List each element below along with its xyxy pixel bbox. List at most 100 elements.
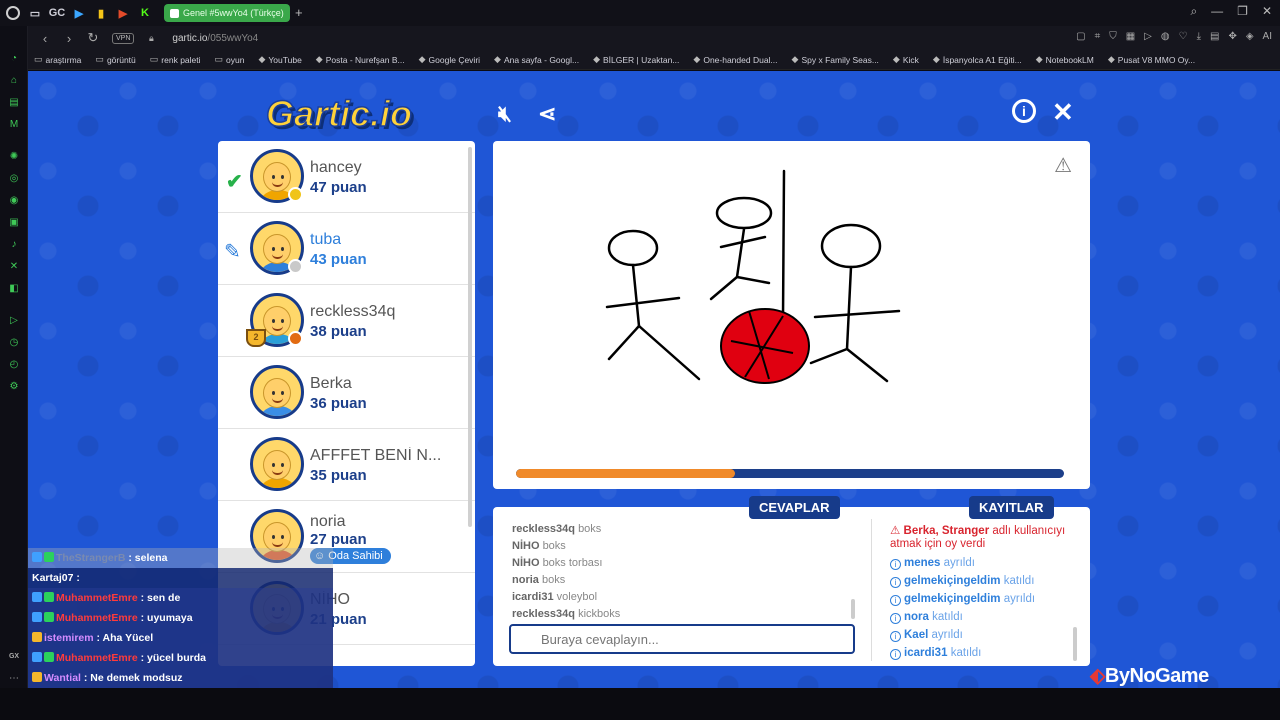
pinboard-icon[interactable]: ▤ [7, 96, 21, 110]
tab-logs[interactable]: KAYITLAR [969, 496, 1054, 519]
profile-icon[interactable]: ◈ [1246, 31, 1254, 42]
whatsapp-icon[interactable]: ◎ [7, 172, 21, 186]
bookmark-item[interactable]: ◆ BİLGER | Uzaktan... [593, 54, 679, 65]
info-icon: i [890, 559, 901, 570]
back-icon[interactable]: ‹ [38, 31, 52, 46]
bookmark-label: NotebookLM [1045, 54, 1094, 65]
vpn-badge[interactable]: VPN [112, 32, 135, 44]
players-scrollbar[interactable] [468, 147, 472, 527]
player-row[interactable]: AFFFET BENİ N... 35 puan [218, 429, 475, 501]
bookmark-item[interactable]: ◆ Spy x Family Seas... [792, 54, 879, 65]
player-name: noria [310, 513, 346, 530]
bookmark-item[interactable]: ◆ Posta - Nurefşan B... [316, 54, 405, 65]
player-score: 38 puan [310, 323, 367, 340]
player-name: AFFFET BENİ N... [310, 447, 442, 464]
bookmark-item[interactable]: ◆ YouTube [258, 54, 301, 65]
workspace-icon[interactable]: ▭ [28, 6, 42, 20]
discord-icon[interactable]: ◉ [7, 194, 21, 208]
ai-icon[interactable]: AI [1263, 31, 1272, 42]
stats-icon[interactable]: ▮ [94, 6, 108, 20]
log-item: i menes ayrıldı [890, 554, 1075, 572]
minimize-icon[interactable]: — [1211, 4, 1223, 19]
page-icon[interactable]: ▤ [1210, 31, 1219, 42]
instagram-icon[interactable]: ▣ [7, 216, 21, 230]
mail-icon[interactable]: M [7, 118, 21, 132]
x-icon[interactable]: ✕ [7, 260, 21, 274]
close-window-icon[interactable]: ✕ [1262, 4, 1272, 19]
gartic-logo: Gartic.io [265, 92, 413, 135]
opera-logo-icon[interactable] [6, 6, 20, 20]
reload-icon[interactable]: ↻ [86, 30, 100, 46]
play-icon[interactable]: ▷ [1144, 31, 1152, 42]
window-controls: ⌕ — ❐ ✕ [1190, 4, 1272, 19]
bookmark-item[interactable]: ◆ Kick [893, 54, 919, 65]
answers-scrollbar[interactable] [851, 599, 855, 619]
kick-icon[interactable]: K [138, 6, 152, 20]
speed-dial-icon[interactable]: ◔ [7, 52, 21, 66]
heart-icon[interactable]: ♡ [1179, 31, 1188, 42]
chatgpt-icon[interactable]: ✺ [7, 150, 21, 164]
bookmark-item[interactable]: ▭ araştırma [34, 54, 81, 65]
gx-label: GX [8, 653, 20, 660]
bookmark-item[interactable]: ◆ Google Çeviri [419, 54, 480, 65]
vote-users: Berka, Stranger [903, 525, 990, 537]
url-path: /055wwYo4 [207, 32, 259, 44]
new-tab-plus-icon[interactable]: + [295, 5, 303, 20]
snapshot-icon[interactable]: ▢ [1076, 31, 1085, 42]
logs-list: ⚠ Berka, Stranger adlı kullanıcıyı atmak… [890, 525, 1075, 662]
bookmark-item[interactable]: ◆ Pusat V8 MMO Oy... [1108, 54, 1195, 65]
bookmark-item[interactable]: ▭ oyun [215, 54, 245, 65]
player-icon[interactable]: ▷ [7, 314, 21, 328]
player-row[interactable]: Berka 36 puan [218, 357, 475, 429]
chat-message: TheStrangerB : selena [28, 548, 333, 568]
bookmark-item[interactable]: ◆ One-handed Dual... [693, 54, 777, 65]
restore-icon[interactable]: ❐ [1237, 4, 1248, 19]
history-icon[interactable]: ◷ [7, 336, 21, 350]
extension-icon[interactable]: ✥ [1228, 31, 1236, 42]
app-icon[interactable]: ◧ [7, 282, 21, 296]
favicon-icon: ◆ [791, 54, 799, 64]
player-row[interactable]: ✔ hancey 47 puan [218, 141, 475, 213]
mod-badge-icon [44, 552, 54, 562]
logs-scrollbar[interactable] [1073, 627, 1077, 661]
bookmark-label: Spy x Family Seas... [801, 54, 879, 65]
forward-icon[interactable]: › [62, 31, 76, 46]
camera-icon[interactable]: ◍ [1161, 31, 1170, 42]
chat-user: istemirem [44, 632, 94, 644]
bookmark-item[interactable]: ◆ İspanyolca A1 Eğiti... [933, 54, 1022, 65]
address-bar: ‹ › ↻ VPN 🔒︎ gartic.io/055wwYo4 ▢ ⌗ ⛉ ▦ … [28, 26, 1280, 50]
player-name: tuba [310, 231, 342, 248]
info-icon[interactable]: i [1012, 99, 1036, 123]
url-field[interactable]: gartic.io/055wwYo4 [172, 33, 258, 44]
tiktok-icon[interactable]: ♪ [7, 238, 21, 252]
bookmark-item[interactable]: ◆ Ana sayfa - Googl... [494, 54, 579, 65]
player-row[interactable]: ✎ tuba 43 puan [218, 213, 475, 285]
answer-input[interactable] [509, 624, 855, 654]
clock-icon[interactable]: ◴ [7, 358, 21, 372]
more-icon[interactable]: ⋯ [7, 672, 21, 686]
bookmark-item[interactable]: ▭ görüntü [95, 54, 135, 65]
close-icon[interactable]: ✕ [1052, 97, 1074, 128]
gc-tab-icon[interactable]: GC [49, 6, 66, 20]
play-store-icon[interactable]: ▶ [72, 6, 86, 20]
settings-icon[interactable]: ⚙ [7, 380, 21, 394]
flow-icon[interactable]: ⌂ [7, 74, 21, 88]
bookmark-label: BİLGER | Uzaktan... [603, 54, 680, 65]
favicon-icon: ◆ [932, 54, 940, 64]
wallet-icon[interactable]: ▦ [1126, 31, 1135, 42]
bookmark-item[interactable]: ▭ renk paleti [150, 54, 201, 65]
bookmark-item[interactable]: ◆ NotebookLM [1036, 54, 1094, 65]
video-icon[interactable]: ▶ [116, 6, 130, 20]
player-score: 35 puan [310, 467, 367, 484]
tab-gartic[interactable]: Genel #5wwYo4 (Türkçe) [164, 4, 290, 22]
sound-off-icon[interactable]: 🔇︎ [498, 101, 512, 127]
player-name: reckless34q [310, 303, 396, 320]
share-icon[interactable]: ⋖ [538, 101, 556, 127]
player-row[interactable]: 2 reckless34q 38 puan [218, 285, 475, 357]
tab-answers[interactable]: CEVAPLAR [749, 496, 840, 519]
shield-icon[interactable]: ⛉ [1109, 31, 1117, 42]
search-icon[interactable]: ⌕ [1190, 4, 1197, 19]
crop-icon[interactable]: ⌗ [1095, 31, 1101, 42]
download-icon[interactable]: ⤓ [1197, 31, 1201, 42]
status-dot [288, 187, 303, 202]
